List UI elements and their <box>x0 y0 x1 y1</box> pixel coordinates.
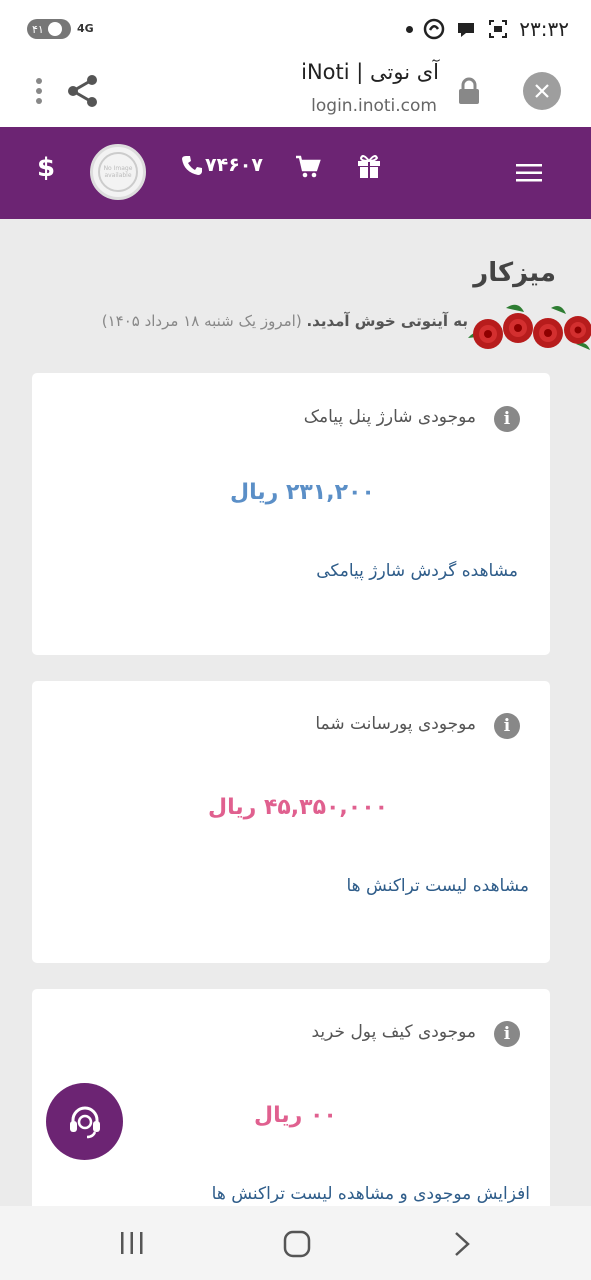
close-icon <box>535 84 549 98</box>
status-bar: ۴۱ 4G ۲۳:۳۲ <box>0 0 591 60</box>
hamburger-menu-icon[interactable] <box>516 163 542 187</box>
share-icon[interactable] <box>66 74 100 112</box>
sms-history-link[interactable]: مشاهده گردش شارژ پیامکی <box>316 561 518 581</box>
phone-number: ۷۴۶۰۷ <box>205 154 263 176</box>
roses-decoration-icon <box>468 304 591 350</box>
top-navbar: $ No Image available ۷۴۶۰۷ <box>0 127 591 219</box>
battery-level: ۴۱ <box>32 22 44 36</box>
network-type: 4G <box>77 22 94 35</box>
recent-apps-icon[interactable] <box>118 1230 146 1256</box>
transactions-link[interactable]: مشاهده لیست تراکنش ها <box>346 876 529 896</box>
card-label: موجودی شارژ پنل پیامک <box>303 407 476 427</box>
notification-dot-icon <box>406 25 414 33</box>
lock-icon <box>457 76 481 110</box>
support-button[interactable] <box>46 1083 123 1160</box>
dashboard-title: میزکار <box>473 258 556 288</box>
welcome-date: (امروز یک شنبه ۱۸ مرداد ۱۴۰۵) <box>101 312 302 330</box>
commission-balance-card: i موجودی پورسانت شما ۴۵,۳۵۰,۰۰۰ ریال مشا… <box>32 681 550 963</box>
page-title: آی نوتی | iNoti <box>301 60 439 84</box>
page-url[interactable]: login.inoti.com <box>311 96 437 116</box>
battery-saver-icon <box>47 22 62 36</box>
sms-balance-amount: ۲۳۱,۲۰۰ ریال <box>230 480 375 505</box>
status-left: ۴۱ 4G <box>27 19 94 39</box>
wallet-topup-link[interactable]: افزایش موجودی و مشاهده لیست تراکنش ها <box>212 1184 530 1204</box>
avatar[interactable]: No Image available <box>90 144 146 200</box>
wallet-amount: ۰۰ ریال <box>254 1103 337 1128</box>
sms-balance-card: i موجودی شارژ پنل پیامک ۲۳۱,۲۰۰ ریال مشا… <box>32 373 550 655</box>
commission-amount: ۴۵,۳۵۰,۰۰۰ ریال <box>208 795 389 820</box>
clock: ۲۳:۳۲ <box>519 17 569 41</box>
chat-icon <box>458 23 475 37</box>
avatar-placeholder: No Image available <box>98 152 138 192</box>
card-label: موجودی پورسانت شما <box>315 714 476 734</box>
battery-indicator: ۴۱ <box>27 19 71 39</box>
dollar-icon[interactable]: $ <box>37 153 55 183</box>
close-button[interactable] <box>523 72 561 110</box>
screenshot-icon <box>489 20 508 38</box>
gift-icon[interactable] <box>356 153 382 183</box>
more-vertical-icon[interactable] <box>34 77 44 109</box>
phone-icon <box>182 156 202 175</box>
browser-header: آی نوتی | iNoti login.inoti.com <box>0 60 591 127</box>
home-icon[interactable] <box>283 1230 311 1258</box>
info-icon: i <box>494 1021 520 1047</box>
info-icon: i <box>494 406 520 432</box>
android-nav-bar <box>0 1206 591 1280</box>
phone-link[interactable]: ۷۴۶۰۷ <box>181 154 263 176</box>
headset-icon <box>69 1106 100 1138</box>
cart-icon[interactable] <box>295 155 321 183</box>
welcome-text: به آینوتی خوش آمدید. <box>306 312 468 330</box>
status-right: ۲۳:۳۲ <box>406 17 569 41</box>
app-notification-icon <box>424 18 445 40</box>
welcome-message: به آینوتی خوش آمدید. (امروز یک شنبه ۱۸ م… <box>102 312 468 330</box>
info-icon: i <box>494 713 520 739</box>
card-label: موجودی کیف پول خرید <box>311 1022 477 1042</box>
back-icon[interactable] <box>451 1230 473 1258</box>
